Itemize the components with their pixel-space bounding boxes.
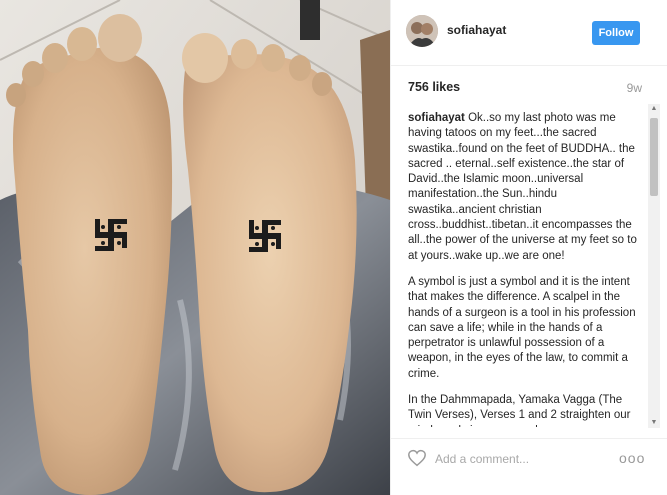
- caption-scrollbar[interactable]: ▲ ▼: [648, 104, 660, 428]
- username-link[interactable]: sofiahayat: [447, 23, 506, 37]
- heart-icon[interactable]: [407, 449, 427, 467]
- avatar[interactable]: [406, 15, 438, 47]
- right-tattoo: [249, 220, 281, 252]
- scroll-thumb[interactable]: [650, 118, 658, 196]
- caption-body-1: Ok..so my last photo was me having tatoo…: [408, 112, 637, 262]
- post-header: sofiahayat Follow: [391, 0, 667, 66]
- caption-paragraph-2: A symbol is just a symbol and it is the …: [408, 275, 636, 380]
- feet-photo-image: [0, 0, 390, 495]
- scroll-up-icon[interactable]: ▲: [648, 104, 660, 114]
- caption-paragraph-1: sofiahayat Ok..so my last photo was me h…: [408, 111, 642, 264]
- avatar-image: [406, 15, 438, 47]
- post-photo[interactable]: [0, 0, 390, 495]
- left-tattoo: [95, 219, 127, 251]
- likes-count[interactable]: 756 likes: [408, 80, 460, 94]
- caption-paragraph-3: In the Dahmmapada, Yamaka Vagga (The Twi…: [408, 394, 631, 427]
- follow-button[interactable]: Follow: [592, 21, 640, 45]
- comment-input[interactable]: [435, 451, 585, 467]
- caption-username[interactable]: sofiahayat: [408, 112, 465, 124]
- comment-bar: ooo: [391, 438, 667, 479]
- caption-text: sofiahayat Ok..so my last photo was me h…: [408, 111, 642, 427]
- more-options-icon[interactable]: ooo: [619, 450, 645, 466]
- post-side-panel: sofiahayat Follow 756 likes 9w sofiahaya…: [390, 0, 667, 495]
- scroll-down-icon[interactable]: ▼: [648, 418, 660, 428]
- post-time[interactable]: 9w: [627, 81, 642, 95]
